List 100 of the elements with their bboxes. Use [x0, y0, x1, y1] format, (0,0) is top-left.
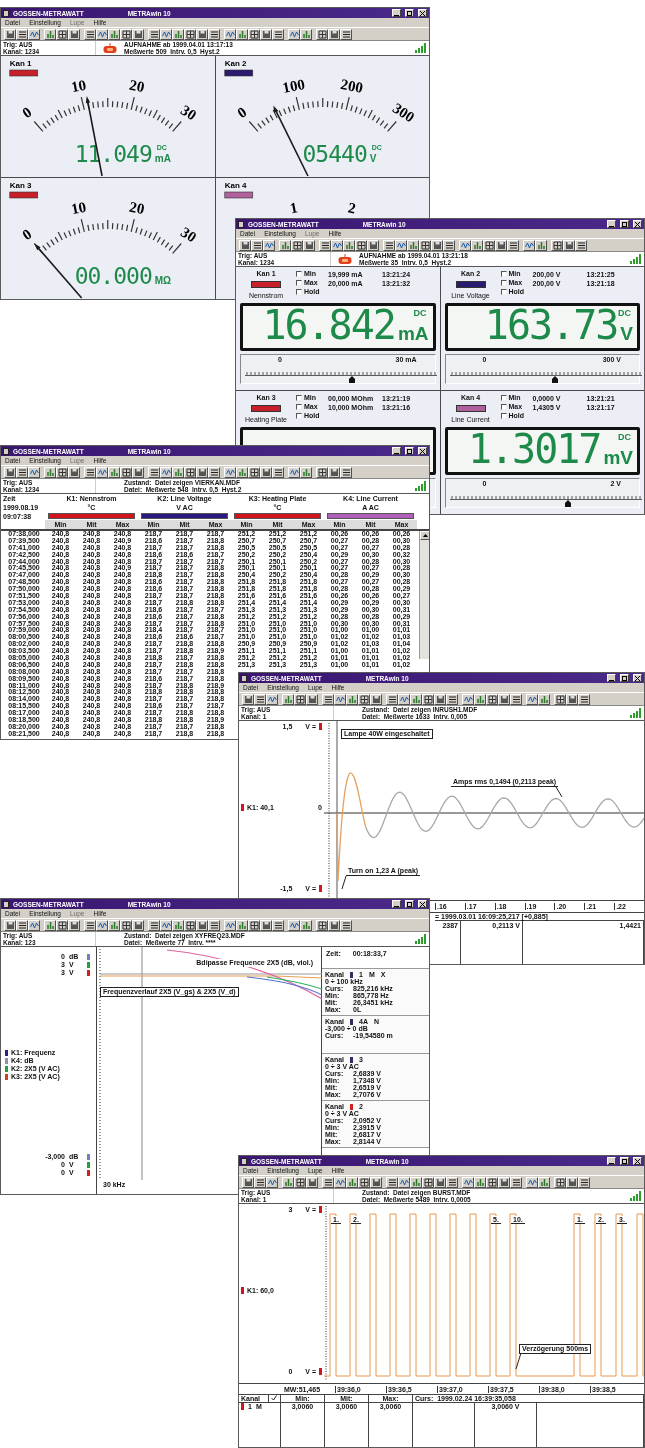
toolbar-button[interactable] [446, 694, 458, 705]
toolbar-button[interactable] [431, 240, 443, 251]
toolbar-button[interactable] [236, 29, 248, 40]
toolbar-button[interactable] [316, 29, 328, 40]
toolbar-button[interactable] [386, 1177, 398, 1188]
toolbar-button[interactable] [474, 694, 486, 705]
toolbar-button[interactable] [554, 1177, 566, 1188]
toolbar-button[interactable] [340, 29, 352, 40]
toolbar-button[interactable] [462, 694, 474, 705]
toolbar-button[interactable] [407, 240, 419, 251]
toolbar-button[interactable] [554, 694, 566, 705]
toolbar-button[interactable] [291, 240, 303, 251]
maximize-button[interactable] [620, 1157, 629, 1165]
toolbar-button[interactable] [68, 29, 80, 40]
toolbar-button[interactable] [196, 29, 208, 40]
toolbar-button[interactable] [68, 920, 80, 931]
toolbar-button[interactable] [346, 1177, 358, 1188]
toolbar-button[interactable] [486, 1177, 498, 1188]
toolbar-button[interactable] [56, 920, 68, 931]
toolbar-button[interactable] [272, 920, 284, 931]
toolbar-button[interactable] [254, 694, 266, 705]
toolbar-button[interactable] [120, 29, 132, 40]
toolbar-button[interactable] [498, 694, 510, 705]
maximize-button[interactable] [620, 220, 629, 228]
toolbar-button[interactable] [242, 694, 254, 705]
toolbar-button[interactable] [474, 1177, 486, 1188]
toolbar-button[interactable] [184, 467, 196, 478]
toolbar-button[interactable] [196, 920, 208, 931]
toolbar-button[interactable] [434, 694, 446, 705]
toolbar-button[interactable] [523, 240, 535, 251]
toolbar-button[interactable] [331, 240, 343, 251]
toolbar-button[interactable] [28, 467, 40, 478]
scrollbar[interactable] [419, 531, 429, 659]
toolbar-button[interactable] [208, 920, 220, 931]
toolbar-button[interactable] [160, 29, 172, 40]
toolbar-button[interactable] [370, 1177, 382, 1188]
toolbar-button[interactable] [148, 467, 160, 478]
minimize-button[interactable] [392, 9, 401, 17]
toolbar-button[interactable] [260, 29, 272, 40]
toolbar-button[interactable] [208, 29, 220, 40]
scroll-up-button[interactable] [420, 531, 429, 540]
toolbar-button[interactable] [462, 1177, 474, 1188]
toolbar-button[interactable] [248, 29, 260, 40]
toolbar-button[interactable] [254, 1177, 266, 1188]
toolbar-button[interactable] [410, 694, 422, 705]
toolbar-button[interactable] [340, 467, 352, 478]
toolbar-button[interactable] [16, 920, 28, 931]
close-button[interactable] [633, 674, 642, 682]
toolbar-button[interactable] [120, 920, 132, 931]
toolbar-button[interactable] [84, 467, 96, 478]
toolbar-button[interactable] [236, 920, 248, 931]
toolbar-button[interactable] [208, 467, 220, 478]
toolbar-button[interactable] [434, 1177, 446, 1188]
toolbar-button[interactable] [160, 920, 172, 931]
toolbar-button[interactable] [96, 29, 108, 40]
toolbar-button[interactable] [108, 920, 120, 931]
toolbar-button[interactable] [563, 240, 575, 251]
toolbar-button[interactable] [132, 467, 144, 478]
toolbar-button[interactable] [510, 694, 522, 705]
toolbar-button[interactable] [334, 1177, 346, 1188]
toolbar-button[interactable] [4, 29, 16, 40]
toolbar-button[interactable] [526, 694, 538, 705]
toolbar-button[interactable] [108, 467, 120, 478]
toolbar-button[interactable] [294, 694, 306, 705]
toolbar-button[interactable] [367, 240, 379, 251]
toolbar-button[interactable] [68, 467, 80, 478]
toolbar-button[interactable] [538, 1177, 550, 1188]
toolbar-button[interactable] [300, 29, 312, 40]
toolbar-button[interactable] [282, 1177, 294, 1188]
toolbar-button[interactable] [422, 694, 434, 705]
toolbar-button[interactable] [242, 1177, 254, 1188]
toolbar-button[interactable] [578, 1177, 590, 1188]
toolbar-button[interactable] [507, 240, 519, 251]
toolbar-button[interactable] [224, 29, 236, 40]
toolbar-button[interactable] [44, 467, 56, 478]
toolbar-button[interactable] [566, 694, 578, 705]
toolbar-button[interactable] [184, 920, 196, 931]
toolbar-button[interactable] [224, 467, 236, 478]
toolbar-button[interactable] [419, 240, 431, 251]
toolbar-button[interactable] [272, 29, 284, 40]
toolbar-button[interactable] [398, 694, 410, 705]
toolbar-button[interactable] [4, 920, 16, 931]
toolbar-button[interactable] [334, 694, 346, 705]
toolbar-button[interactable] [44, 920, 56, 931]
maximize-button[interactable] [405, 900, 414, 908]
toolbar-button[interactable] [132, 29, 144, 40]
toolbar-button[interactable] [328, 920, 340, 931]
close-button[interactable] [633, 220, 642, 228]
close-button[interactable] [418, 900, 427, 908]
toolbar-button[interactable] [319, 240, 331, 251]
toolbar-button[interactable] [386, 694, 398, 705]
toolbar-button[interactable] [84, 29, 96, 40]
minimize-button[interactable] [607, 1157, 616, 1165]
toolbar-button[interactable] [96, 920, 108, 931]
toolbar-button[interactable] [328, 467, 340, 478]
toolbar-button[interactable] [260, 920, 272, 931]
toolbar-button[interactable] [358, 694, 370, 705]
close-button[interactable] [633, 1157, 642, 1165]
toolbar-button[interactable] [355, 240, 367, 251]
toolbar-button[interactable] [471, 240, 483, 251]
